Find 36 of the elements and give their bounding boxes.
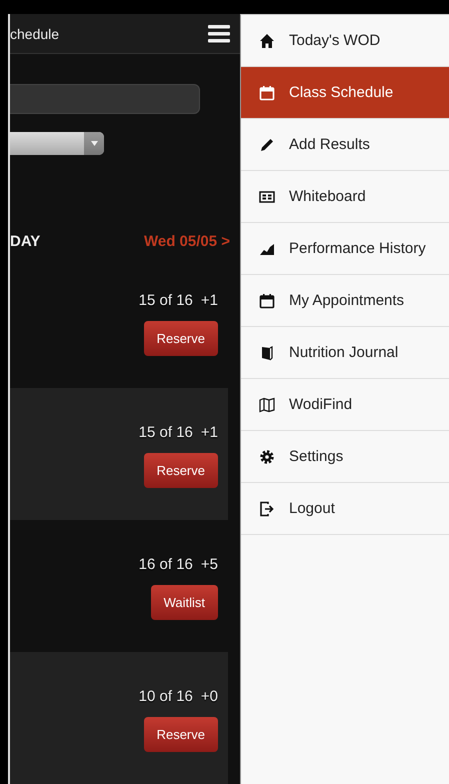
- calendar-icon: [259, 84, 275, 100]
- screen-title: chedule: [10, 26, 60, 42]
- spots-count: 15 of 16: [138, 424, 193, 442]
- menu-icon[interactable]: [208, 24, 230, 43]
- filter-dropdown[interactable]: [10, 132, 104, 156]
- map-icon: [259, 396, 275, 412]
- day-label: DAY: [10, 233, 40, 250]
- waitlist-count: +5: [200, 556, 218, 574]
- book-icon: [259, 344, 275, 360]
- caret-icon: [90, 140, 98, 146]
- reserve-button[interactable]: Reserve: [144, 321, 218, 356]
- menu-item[interactable]: Settings: [241, 431, 449, 483]
- gear-icon: [259, 448, 275, 464]
- spots-count: 16 of 16: [138, 556, 193, 574]
- menu-item[interactable]: Whiteboard: [241, 171, 449, 223]
- menu-item[interactable]: Class Schedule: [241, 67, 449, 119]
- menu-item[interactable]: Logout: [241, 483, 449, 535]
- menu-item[interactable]: Performance History: [241, 223, 449, 275]
- reserve-button[interactable]: Reserve: [144, 453, 218, 488]
- search-field[interactable]: [10, 84, 200, 114]
- spots-count: 15 of 16: [138, 292, 193, 310]
- waitlist-count: +1: [200, 292, 218, 310]
- whiteboard-icon: [259, 188, 275, 204]
- calendar-icon: [259, 292, 275, 308]
- reserve-button[interactable]: Waitlist: [150, 585, 218, 620]
- pencil-icon: [259, 136, 275, 152]
- waitlist-count: +1: [200, 424, 218, 442]
- logout-icon: [259, 500, 275, 516]
- menu-item[interactable]: WodiFind: [241, 379, 449, 431]
- reserve-button[interactable]: Reserve: [144, 717, 218, 752]
- waitlist-count: +0: [200, 688, 218, 706]
- menu-item[interactable]: My Appointments: [241, 275, 449, 327]
- home-icon: [259, 32, 275, 48]
- spots-count: 10 of 16: [138, 688, 193, 706]
- menu-item[interactable]: Add Results: [241, 119, 449, 171]
- menu-item[interactable]: Nutrition Journal: [241, 327, 449, 379]
